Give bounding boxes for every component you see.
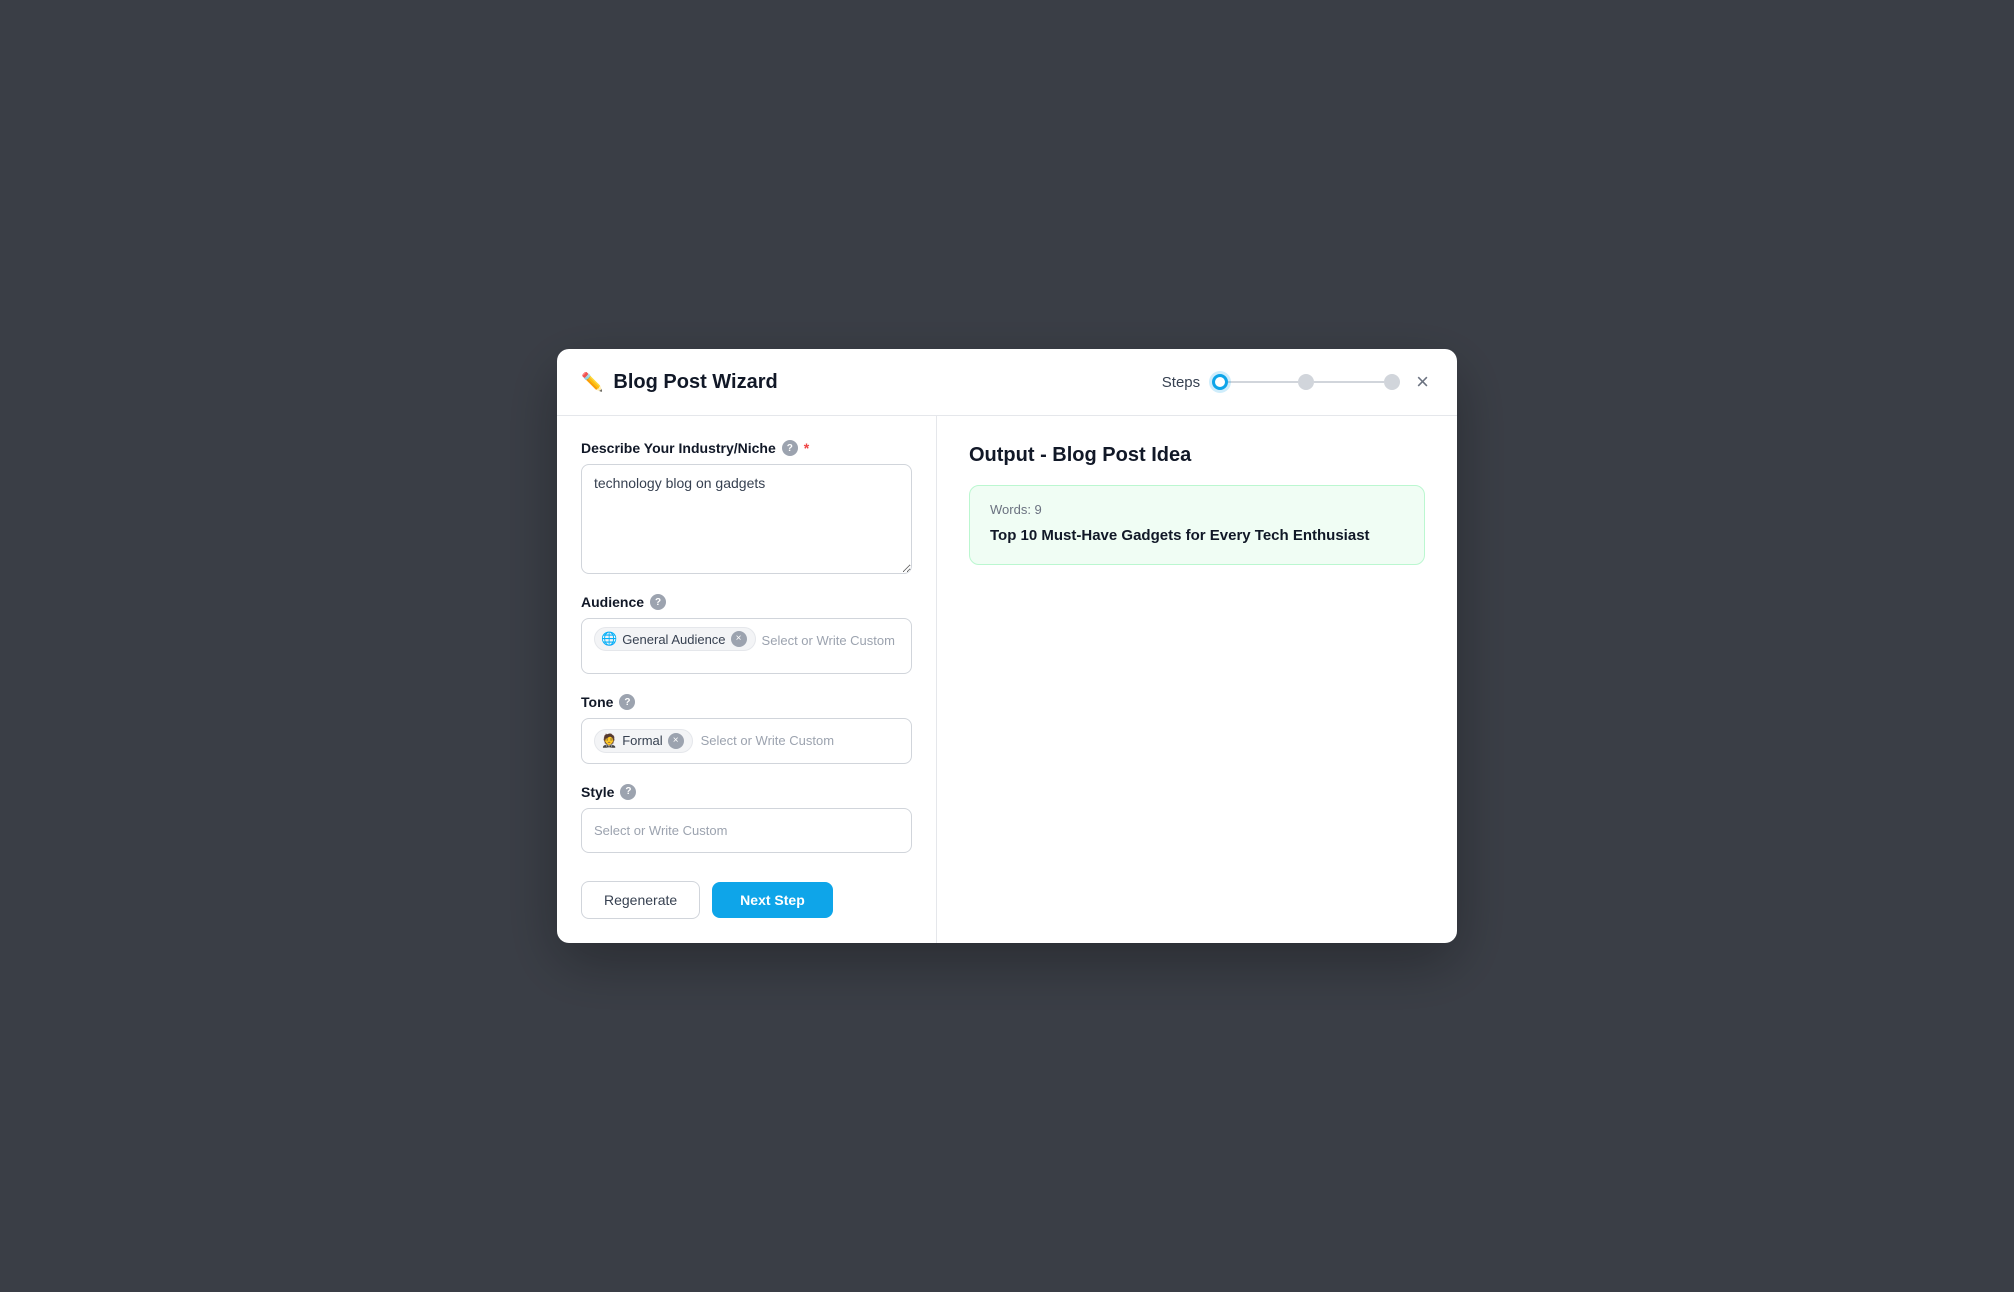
- step-1-dot[interactable]: [1212, 374, 1228, 390]
- modal-overlay: ✏️ Blog Post Wizard Steps ×: [0, 0, 2014, 1292]
- tone-label-row: Tone ?: [581, 694, 912, 710]
- step-line-1: [1228, 381, 1298, 383]
- tone-tag: 🤵 Formal ×: [594, 729, 693, 753]
- audience-placeholder: Select or Write Custom: [762, 627, 895, 654]
- industry-label-row: Describe Your Industry/Niche ? *: [581, 440, 912, 456]
- right-panel: Output - Blog Post Idea Words: 9 Top 10 …: [937, 416, 1457, 943]
- tone-placeholder: Select or Write Custom: [701, 727, 834, 754]
- industry-label: Describe Your Industry/Niche: [581, 440, 776, 456]
- next-step-button[interactable]: Next Step: [712, 882, 833, 918]
- industry-field-group: Describe Your Industry/Niche ? * technol…: [581, 440, 912, 574]
- modal-title: Blog Post Wizard: [613, 371, 777, 394]
- audience-label: Audience: [581, 594, 644, 610]
- step-2-dot[interactable]: [1298, 374, 1314, 390]
- output-content: Top 10 Must-Have Gadgets for Every Tech …: [990, 525, 1404, 548]
- audience-field-group: Audience ? 🌐 General Audience × Select o…: [581, 594, 912, 674]
- output-title: Output - Blog Post Idea: [969, 444, 1425, 467]
- audience-tag-remove[interactable]: ×: [731, 631, 747, 647]
- audience-help-icon[interactable]: ?: [650, 594, 666, 610]
- pencil-icon: ✏️: [581, 372, 603, 393]
- tone-tag-remove[interactable]: ×: [668, 733, 684, 749]
- regenerate-button[interactable]: Regenerate: [581, 881, 700, 919]
- tone-tag-emoji: 🤵: [601, 733, 617, 749]
- title-area: ✏️ Blog Post Wizard: [581, 371, 778, 394]
- close-button[interactable]: ×: [1412, 367, 1433, 397]
- step-3-dot[interactable]: [1384, 374, 1400, 390]
- audience-tag: 🌐 General Audience ×: [594, 627, 756, 651]
- audience-label-row: Audience ?: [581, 594, 912, 610]
- output-card: Words: 9 Top 10 Must-Have Gadgets for Ev…: [969, 485, 1425, 565]
- step-line-2: [1314, 381, 1384, 383]
- footer-buttons: Regenerate Next Step: [581, 881, 912, 919]
- style-label: Style: [581, 784, 614, 800]
- modal-header: ✏️ Blog Post Wizard Steps ×: [557, 349, 1457, 416]
- industry-textarea[interactable]: technology blog on gadgets: [581, 464, 912, 574]
- audience-tag-emoji: 🌐: [601, 631, 617, 647]
- tone-help-icon[interactable]: ?: [619, 694, 635, 710]
- steps-track: [1212, 374, 1400, 390]
- style-help-icon[interactable]: ?: [620, 784, 636, 800]
- style-placeholder: Select or Write Custom: [594, 819, 727, 842]
- required-star: *: [804, 440, 809, 456]
- steps-label: Steps: [1162, 374, 1200, 391]
- modal-body: Describe Your Industry/Niche ? * technol…: [557, 416, 1457, 943]
- audience-tag-input[interactable]: 🌐 General Audience × Select or Write Cus…: [581, 618, 912, 674]
- steps-area: Steps ×: [1162, 367, 1433, 397]
- style-label-row: Style ?: [581, 784, 912, 800]
- tone-tag-input[interactable]: 🤵 Formal × Select or Write Custom: [581, 718, 912, 763]
- output-words: Words: 9: [990, 502, 1404, 517]
- left-panel: Describe Your Industry/Niche ? * technol…: [557, 416, 937, 943]
- style-field-group: Style ? Select or Write Custom: [581, 784, 912, 853]
- tone-tag-text: Formal: [622, 733, 662, 748]
- style-input[interactable]: Select or Write Custom: [581, 808, 912, 853]
- audience-tag-text: General Audience: [622, 632, 725, 647]
- blog-post-wizard-modal: ✏️ Blog Post Wizard Steps ×: [557, 349, 1457, 943]
- tone-label: Tone: [581, 694, 613, 710]
- tone-field-group: Tone ? 🤵 Formal × Select or Write Custom: [581, 694, 912, 763]
- industry-help-icon[interactable]: ?: [782, 440, 798, 456]
